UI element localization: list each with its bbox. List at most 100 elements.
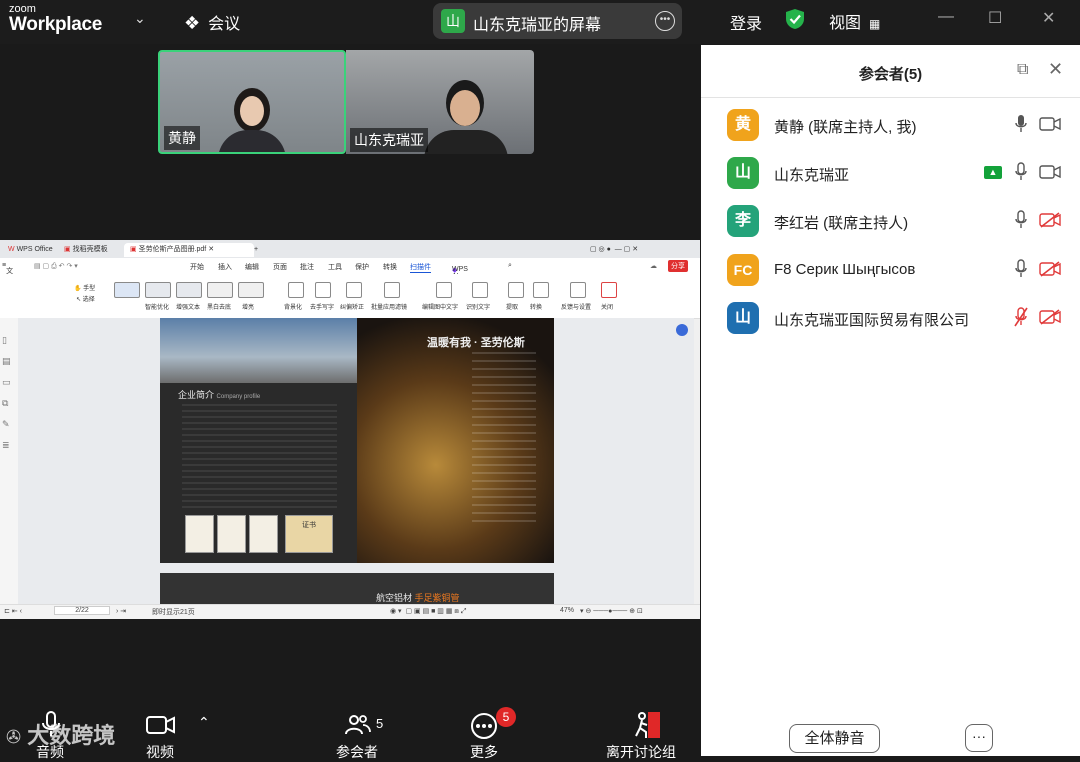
people-icon: ❖	[184, 13, 201, 33]
camera-off-icon[interactable]	[1039, 212, 1061, 228]
security-shield-icon[interactable]	[785, 8, 805, 30]
menu-item[interactable]: 保护	[355, 262, 369, 272]
microphone-muted-icon[interactable]	[1014, 307, 1028, 327]
screen-share-indicator[interactable]: 山 山东克瑞亚的屏幕 •••	[433, 3, 682, 39]
cloud-icon[interactable]: ☁	[650, 262, 657, 270]
microphone-icon[interactable]	[1014, 259, 1028, 279]
menu-item[interactable]: 转换	[383, 262, 397, 272]
participant-row[interactable]: 李 李红岩 (联席主持人)	[701, 197, 1080, 245]
new-tab-icon[interactable]: +	[248, 243, 264, 257]
search-icon[interactable]: ⌕	[508, 262, 512, 270]
share-options-icon[interactable]: •••	[655, 11, 675, 31]
video-tile-self[interactable]: 黄静	[158, 50, 346, 154]
video-button[interactable]	[146, 714, 176, 742]
view-mode-icons[interactable]: ◉ ▾ ▢ ▣ ▤ ■ ▥ ▦ ⧈ ⤢	[390, 607, 466, 616]
tab-label: 找稻壳模板	[72, 246, 108, 253]
ribbon-label: 编辑图中文字	[422, 305, 459, 311]
camera-off-icon[interactable]	[1039, 261, 1061, 277]
menu-item[interactable]: 页面	[273, 262, 287, 272]
meeting-button[interactable]: ❖ 会议	[184, 10, 240, 34]
ribbon-icon[interactable]	[384, 282, 400, 298]
ribbon-icon[interactable]	[315, 282, 331, 298]
first-page-icon[interactable]: ⊏ ⇤ ‹	[4, 607, 22, 615]
menu-item[interactable]: 工具	[328, 262, 342, 272]
tab-pdf[interactable]: ▣ 圣劳伦斯产品图册.pdf ✕	[124, 243, 254, 257]
more-button[interactable]	[470, 712, 498, 746]
leave-label: 离开讨论组	[606, 744, 676, 760]
camera-icon[interactable]	[1039, 164, 1061, 180]
minimize-icon[interactable]: —	[938, 8, 954, 26]
video-options-chevron-icon[interactable]: ⌃	[198, 714, 210, 731]
close-window-icon[interactable]: ✕	[1042, 8, 1055, 28]
pdf-page: 企业简介 Company profile 证书 温暖有我 · 圣劳伦斯	[160, 318, 554, 563]
camera-icon[interactable]	[1039, 116, 1061, 132]
login-button[interactable]: 登录	[730, 10, 762, 34]
ribbon-label: 反馈与设置	[561, 305, 592, 311]
page2-subtitle: 手足紫铜管	[414, 593, 460, 603]
menu-item[interactable]: 开始	[190, 262, 204, 272]
camera-off-icon[interactable]	[1039, 309, 1061, 325]
ribbon-icon[interactable]	[533, 282, 549, 298]
filter-thumb[interactable]	[145, 282, 171, 298]
avatar: 山	[727, 302, 759, 334]
profile-text-block	[182, 404, 337, 510]
participants-button[interactable]	[345, 714, 371, 742]
next-page-icon[interactable]: › ⇥	[116, 607, 126, 615]
feature-list	[472, 352, 536, 522]
participant-row[interactable]: 山 山东克瑞亚 ▲	[701, 149, 1080, 197]
page2-title: 航空铝材 手足紫铜管	[376, 591, 460, 604]
zoom-percent: 47%	[560, 607, 575, 614]
share-button[interactable]: 分享	[668, 260, 688, 272]
page-number-input[interactable]: 2/22	[54, 606, 110, 615]
window-controls-icon[interactable]: ▢ ◎ ● — ▢ ✕	[584, 243, 644, 257]
close-scan-icon[interactable]	[601, 282, 617, 298]
video-tile-remote[interactable]: 山东克瑞亚	[346, 50, 534, 154]
page-headline: 温暖有我 · 圣劳伦斯	[427, 337, 525, 349]
assistant-icon[interactable]	[676, 324, 688, 336]
menu-file[interactable]: ≡ 文件	[2, 262, 13, 285]
menu-item[interactable]: 编辑	[245, 262, 259, 272]
close-panel-icon[interactable]: ✕	[1048, 59, 1063, 80]
filter-thumb[interactable]	[238, 282, 264, 298]
participant-row[interactable]: 黄 黄静 (联席主持人, 我)	[701, 101, 1080, 149]
shared-screen[interactable]: W WPS Office ▣ 找稻壳模板 ▣ 圣劳伦斯产品图册.pdf ✕ + …	[0, 240, 700, 619]
microphone-icon[interactable]	[1014, 114, 1028, 134]
participant-row[interactable]: 山 山东克瑞亚国际贸易有限公司	[701, 294, 1080, 342]
section-title: 企业简介 Company profile	[178, 388, 260, 401]
ribbon-icon[interactable]	[508, 282, 524, 298]
menu-item[interactable]: 插入	[218, 262, 232, 272]
sidebar-icons[interactable]: ▯ ▤ ▭ ⧉ ✎ ≣	[2, 330, 11, 456]
filter-thumb[interactable]	[114, 282, 140, 298]
watermark-text: 大数跨境	[27, 723, 116, 748]
participant-row[interactable]: FC F8 Серик Шыңгысов	[701, 246, 1080, 294]
quick-tools-icon[interactable]: ▤ ▢ ⎙ ↶ ↷ ▾	[34, 262, 78, 271]
menu-item[interactable]: 批注	[300, 262, 314, 272]
ribbon-icon[interactable]	[472, 282, 488, 298]
microphone-icon[interactable]	[1014, 210, 1028, 230]
popout-icon[interactable]: ⧉	[1017, 61, 1028, 79]
tab-label: WPS Office	[16, 246, 53, 253]
maximize-icon[interactable]: ☐	[988, 8, 1002, 28]
microphone-icon[interactable]	[1014, 162, 1028, 182]
meeting-label: 会议	[208, 16, 241, 33]
hand-tool[interactable]: ✋ 手型	[74, 283, 95, 292]
brand-menu-chevron-icon[interactable]: ⌄	[134, 10, 146, 27]
ribbon-icon[interactable]	[436, 282, 452, 298]
mute-all-button[interactable]: 全体静音	[789, 724, 880, 753]
tab-wps-office[interactable]: W WPS Office	[2, 243, 59, 257]
participants-count: 5	[376, 716, 384, 731]
view-button[interactable]: 视图 ▦	[829, 9, 880, 33]
watermark-logo-icon: ✇	[6, 727, 22, 747]
ribbon-icon[interactable]	[570, 282, 586, 298]
filter-thumb[interactable]	[176, 282, 202, 298]
select-tool[interactable]: ↖ 选择	[76, 294, 95, 303]
panel-more-button[interactable]: ···	[965, 724, 993, 752]
zoom-slider[interactable]: ▾ ⊖ ───●─── ⊕ ⊡	[580, 607, 643, 615]
ribbon-icon[interactable]	[288, 282, 304, 298]
ribbon-icon[interactable]	[346, 282, 362, 298]
leave-button[interactable]	[632, 710, 662, 746]
participant-face	[240, 96, 264, 126]
tab-template[interactable]: ▣ 找稻壳模板	[58, 243, 114, 257]
filter-thumb[interactable]	[207, 282, 233, 298]
menu-item-active[interactable]: 扫描件	[410, 262, 431, 273]
